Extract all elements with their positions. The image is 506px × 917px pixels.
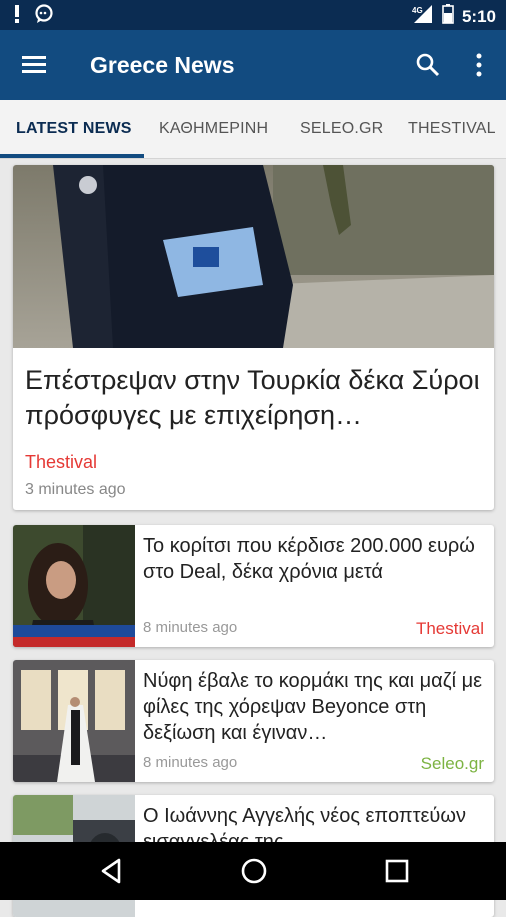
app-title: Greece News	[90, 52, 235, 78]
featured-article-time: 3 minutes ago	[25, 481, 126, 498]
article-thumbnail	[13, 525, 135, 647]
tab-seleo[interactable]: SELEO.GR	[300, 120, 383, 138]
article-time: 8 minutes ago	[143, 619, 238, 636]
more-options-icon[interactable]	[474, 52, 484, 78]
app-bar: Greece News	[0, 30, 506, 100]
tab-indicator	[0, 154, 144, 158]
article-time: 8 minutes ago	[143, 754, 238, 771]
article-card[interactable]: Νύφη έβαλε το κορμάκι της και μαζί με φί…	[13, 660, 494, 782]
back-icon[interactable]	[97, 856, 127, 886]
alert-icon	[14, 4, 20, 29]
article-thumbnail	[13, 660, 135, 782]
status-bar: 4G 5:10	[0, 0, 506, 30]
featured-article-headline: Επέστρεψαν στην Τουρκία δέκα Σύροι πρόσφ…	[25, 365, 480, 430]
battery-icon	[442, 4, 454, 29]
article-source: Seleo.gr	[420, 754, 484, 773]
featured-article-card[interactable]: Επέστρεψαν στην Τουρκία δέκα Σύροι πρόσφ…	[13, 165, 494, 510]
tab-latest-news[interactable]: LATEST NEWS	[16, 120, 132, 138]
article-card[interactable]: Το κορίτσι που κέρδισε 200.000 ευρώ στο …	[13, 525, 494, 647]
featured-article-source: Thestival	[25, 452, 98, 472]
featured-article-image	[13, 165, 494, 348]
tab-thestival[interactable]: THESTIVAL	[408, 120, 496, 138]
signal-icon: 4G	[412, 4, 434, 29]
recent-apps-icon[interactable]	[382, 856, 412, 886]
article-headline: Το κορίτσι που κέρδισε 200.000 ευρώ στο …	[143, 535, 475, 583]
system-navigation-bar	[0, 842, 506, 900]
search-icon[interactable]	[415, 52, 441, 78]
article-headline: Νύφη έβαλε το κορμάκι της και μαζί με φί…	[143, 670, 483, 744]
tab-kathimerini[interactable]: ΚΑΘΗΜΕΡΙΝΗ	[159, 120, 268, 138]
source-tabs: LATEST NEWS ΚΑΘΗΜΕΡΙΝΗ SELEO.GR THESTIVA…	[0, 100, 506, 159]
chat-notification-icon	[34, 4, 54, 29]
clock: 5:10	[461, 6, 496, 26]
home-icon[interactable]	[239, 856, 269, 886]
svg-text:4G: 4G	[412, 6, 423, 15]
article-source: Thestival	[415, 619, 484, 638]
menu-icon[interactable]	[22, 54, 48, 76]
